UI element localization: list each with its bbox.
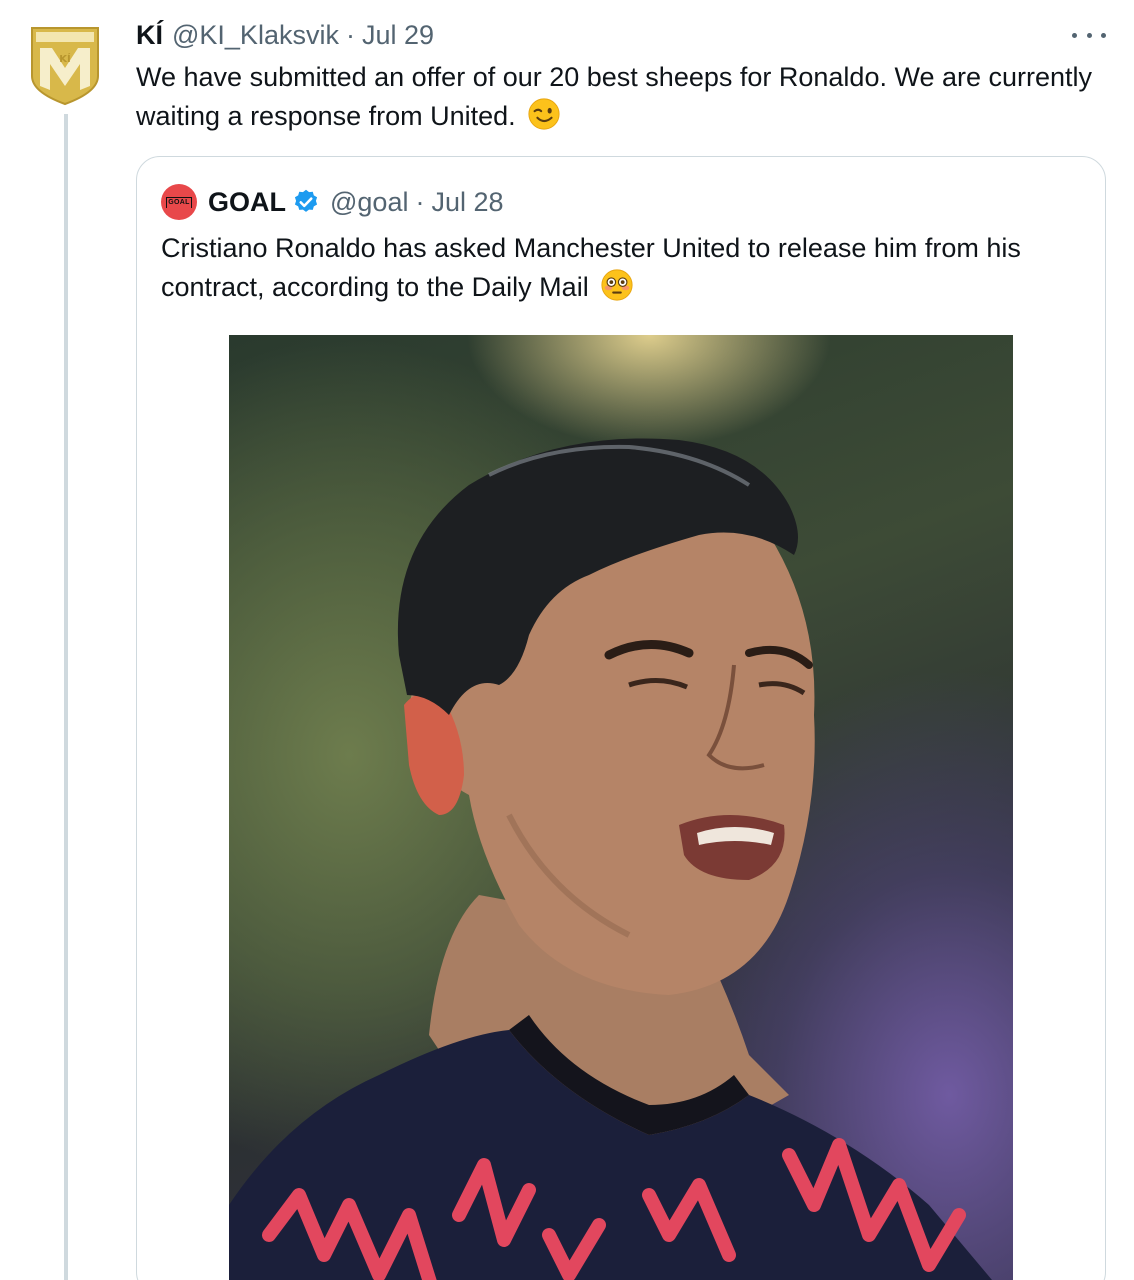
quoted-author-handle[interactable]: @goal [330, 187, 408, 218]
quoted-tweet-card[interactable]: GOAL GOAL @goal · Jul 28 Cristiano Ronal… [136, 156, 1106, 1280]
winking-face-icon [528, 98, 560, 130]
quoted-tweet-text: Cristiano Ronaldo has asked Manchester U… [161, 229, 1081, 307]
tweet-text: We have submitted an offer of our 20 bes… [136, 58, 1096, 136]
quoted-tweet-header: GOAL GOAL @goal · Jul 28 [161, 184, 504, 220]
tweet-date[interactable]: Jul 29 [362, 20, 434, 51]
more-dot-icon [1101, 32, 1106, 38]
tweet-header: KÍ @KI_Klaksvik · Jul 29 [136, 18, 434, 52]
more-dot-icon [1072, 32, 1077, 38]
goal-avatar-label: GOAL [166, 196, 192, 208]
tweet-photo[interactable] [229, 335, 1013, 1280]
quoted-tweet-body: Cristiano Ronaldo has asked Manchester U… [161, 233, 1021, 302]
tweet-view: KÍ KÍ @KI_Klaksvik · Jul 29 We have subm… [0, 0, 1134, 1280]
quoted-author-name[interactable]: GOAL [208, 187, 286, 218]
goal-avatar[interactable]: GOAL [161, 184, 197, 220]
more-options-button[interactable] [1072, 22, 1106, 48]
author-handle[interactable]: @KI_Klaksvik [172, 20, 339, 51]
flushed-face-icon [601, 269, 633, 301]
verified-badge-icon [294, 189, 318, 212]
tweet-body: We have submitted an offer of our 20 bes… [136, 62, 1093, 131]
more-dot-icon [1086, 32, 1092, 38]
author-name[interactable]: KÍ [136, 20, 163, 51]
svg-text:KÍ: KÍ [59, 52, 71, 65]
club-crest-icon[interactable]: KÍ [28, 24, 102, 106]
separator-dot: · [345, 19, 355, 50]
separator-dot: · [415, 186, 425, 217]
thread-line [64, 114, 68, 1280]
quoted-tweet-date[interactable]: Jul 28 [431, 187, 503, 218]
